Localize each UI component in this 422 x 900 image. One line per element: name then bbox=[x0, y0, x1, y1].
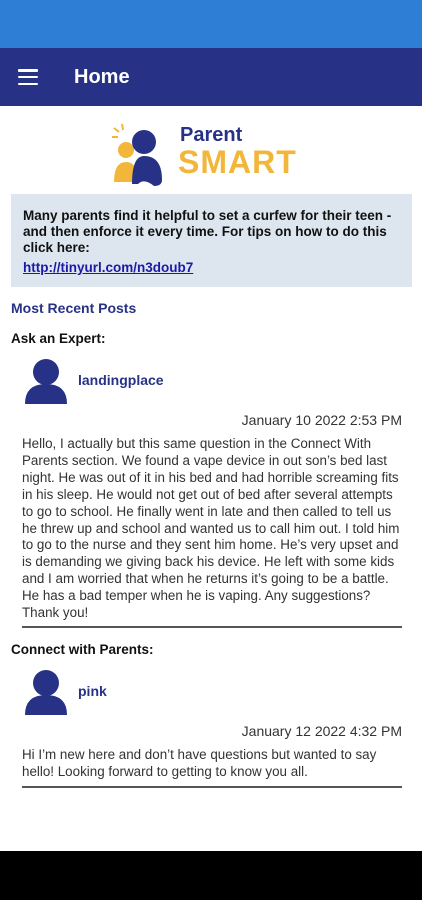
menu-icon[interactable] bbox=[18, 65, 48, 89]
status-bar bbox=[0, 0, 422, 48]
tip-link[interactable]: http://tinyurl.com/n3doub7 bbox=[23, 260, 400, 276]
menu-icon-line bbox=[18, 69, 38, 72]
tip-banner: Many parents find it helpful to set a cu… bbox=[11, 194, 412, 287]
menu-icon-line bbox=[18, 75, 38, 79]
post-body[interactable]: Hi I’m new here and don’t have questions… bbox=[22, 747, 402, 781]
post-username[interactable]: pink bbox=[78, 683, 107, 699]
avatar-icon[interactable] bbox=[23, 358, 69, 404]
system-nav-bar bbox=[0, 851, 422, 900]
logo-text-smart: SMART bbox=[178, 144, 297, 180]
parent-smart-logo: Parent SMART bbox=[110, 124, 320, 188]
page-title: Home bbox=[74, 65, 130, 88]
post-divider bbox=[22, 786, 402, 788]
post-divider bbox=[22, 626, 402, 628]
app-bar: Home bbox=[0, 48, 422, 106]
post-username[interactable]: landingplace bbox=[78, 372, 164, 388]
menu-icon-line bbox=[18, 82, 38, 85]
tip-text: Many parents find it helpful to set a cu… bbox=[23, 208, 392, 255]
post-body[interactable]: Hello, I actually but this same question… bbox=[22, 436, 402, 622]
avatar-icon[interactable] bbox=[23, 669, 69, 715]
post-timestamp: January 10 2022 2:53 PM bbox=[241, 412, 402, 428]
logo-figure-icon bbox=[112, 124, 162, 186]
most-recent-posts-label: Most Recent Posts bbox=[11, 300, 137, 316]
section-heading-connect-parents: Connect with Parents: bbox=[11, 642, 154, 657]
section-heading-ask-expert: Ask an Expert: bbox=[11, 331, 106, 346]
post-timestamp: January 12 2022 4:32 PM bbox=[241, 723, 402, 739]
